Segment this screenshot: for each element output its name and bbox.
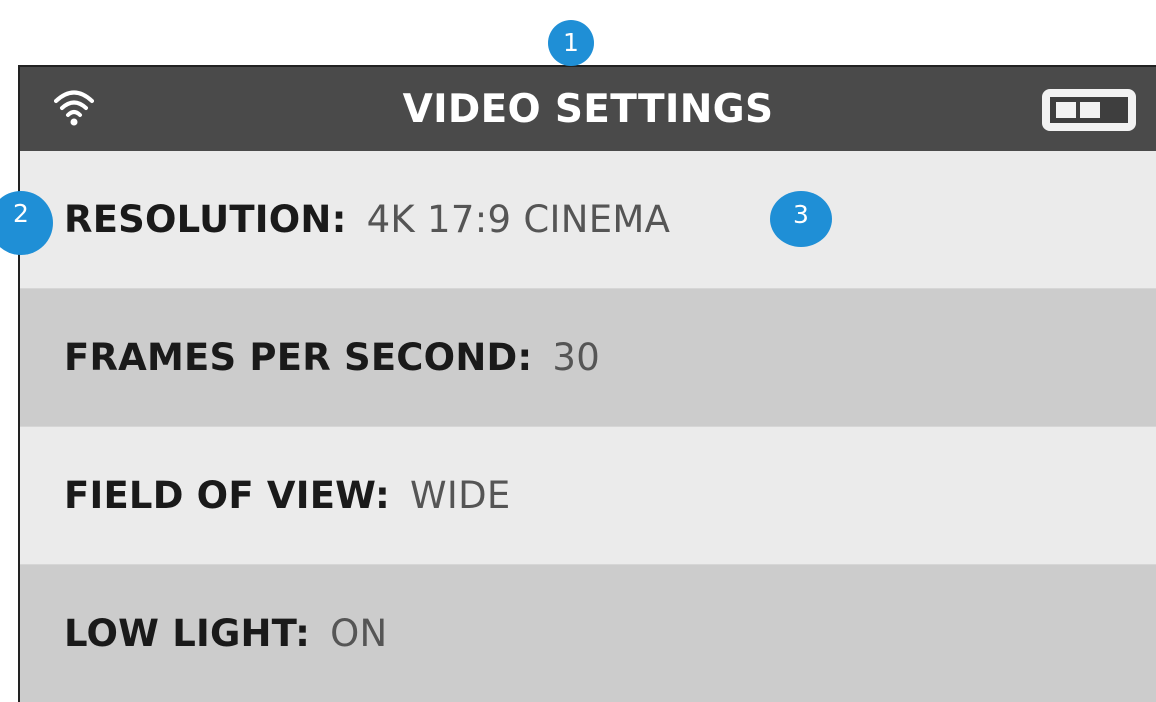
setting-row-resolution[interactable]: RESOLUTION: 4K 17:9 CINEMA [20, 151, 1156, 289]
setting-label: FIELD OF VIEW: [64, 474, 391, 517]
header-bar: VIDEO SETTINGS [20, 65, 1156, 151]
setting-value: 30 [552, 336, 601, 379]
callout-badge-1: 1 [548, 20, 594, 66]
setting-row-low-light[interactable]: LOW LIGHT: ON [20, 565, 1156, 702]
page: VIDEO SETTINGS RESOLUTION: 4K 17:9 CINEM… [0, 0, 1156, 702]
camera-screen: VIDEO SETTINGS RESOLUTION: 4K 17:9 CINEM… [18, 65, 1156, 702]
setting-label: LOW LIGHT: [64, 612, 311, 655]
callout-badge-3: 3 [770, 191, 832, 247]
page-title: VIDEO SETTINGS [402, 87, 774, 132]
setting-value: 4K 17:9 CINEMA [366, 198, 671, 241]
setting-row-field-of-view[interactable]: FIELD OF VIEW: WIDE [20, 427, 1156, 565]
settings-list: RESOLUTION: 4K 17:9 CINEMA FRAMES PER SE… [20, 151, 1156, 702]
setting-row-frames-per-second[interactable]: FRAMES PER SECOND: 30 [20, 289, 1156, 427]
setting-label: RESOLUTION: [64, 198, 347, 241]
battery-icon [1042, 89, 1136, 131]
setting-value: ON [330, 612, 388, 655]
setting-value: WIDE [410, 474, 511, 517]
setting-label: FRAMES PER SECOND: [64, 336, 533, 379]
